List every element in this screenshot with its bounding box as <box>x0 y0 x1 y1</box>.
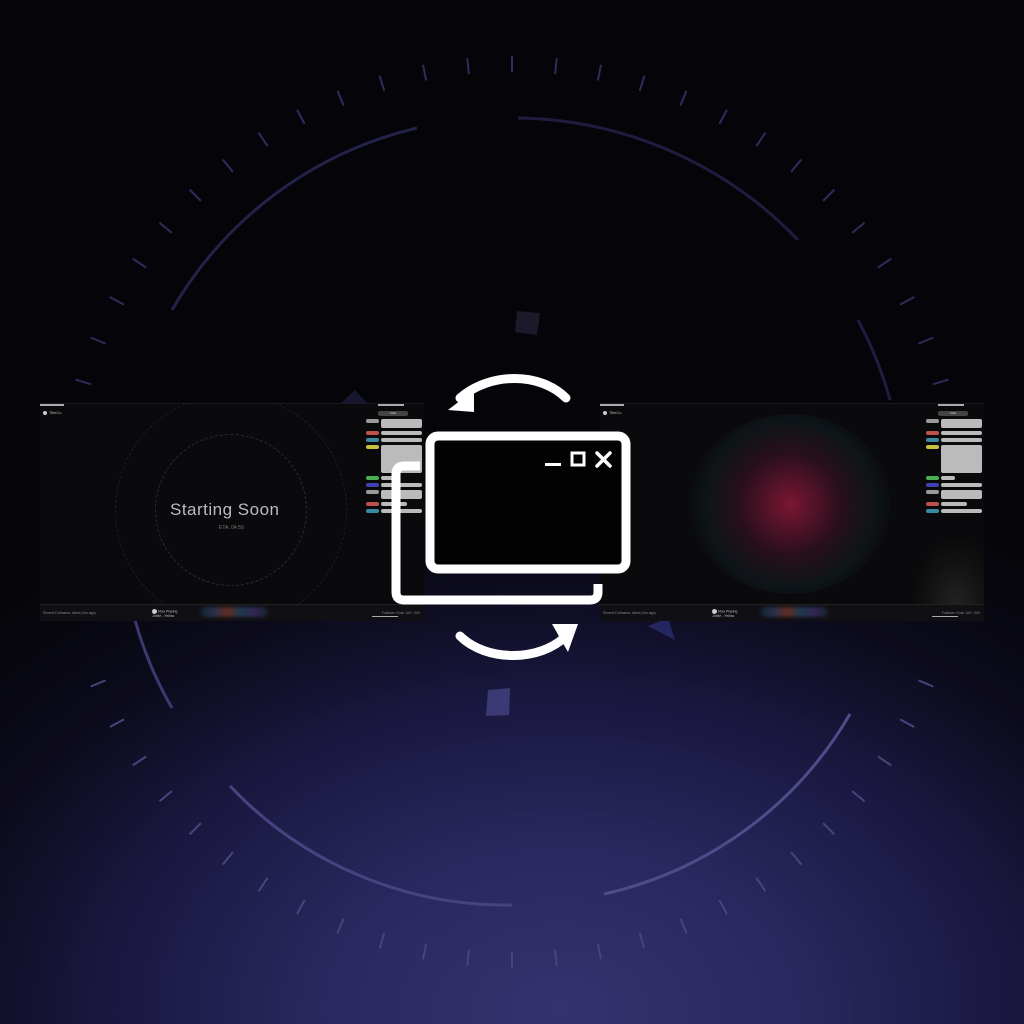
tick-mark <box>899 296 915 306</box>
tick-mark <box>899 718 915 728</box>
tick-mark <box>132 257 147 269</box>
tick-mark <box>918 336 934 345</box>
tick-mark <box>336 918 345 934</box>
tick-mark <box>822 822 836 836</box>
logo-label: TitleCo <box>49 410 62 415</box>
tick-mark <box>296 109 306 125</box>
chat-message <box>926 502 982 506</box>
starting-soon-title: Starting Soon <box>170 500 280 519</box>
tick-mark <box>158 790 173 803</box>
tick-mark <box>790 851 803 866</box>
tick-mark <box>188 188 202 202</box>
tick-mark <box>378 932 386 949</box>
tick-mark <box>679 90 688 106</box>
chat-panel: Chat <box>926 411 982 516</box>
tick-mark <box>90 336 106 345</box>
tick-mark <box>596 64 602 81</box>
tick-mark <box>755 877 767 892</box>
tick-mark <box>296 899 306 915</box>
tick-mark <box>718 109 728 125</box>
recent-followers: Recent Followers: dzirra (4m ago) <box>43 611 96 615</box>
tick-mark <box>109 296 125 306</box>
tick-mark <box>638 932 646 949</box>
tick-mark <box>90 679 106 688</box>
music-icon <box>712 608 717 614</box>
chat-message <box>926 431 982 435</box>
tick-mark <box>718 899 728 915</box>
scene-thumbnail-live[interactable]: TitleCo Chat Recent Followers: dzirra (4… <box>600 403 984 621</box>
scene-switch-icon[interactable] <box>390 370 640 670</box>
music-icon <box>152 608 157 614</box>
channel-logo: TitleCo <box>43 410 62 415</box>
scene-thumbnail-starting-soon[interactable]: TitleCo Starting Soon ETA: 04:59 Chat Re… <box>40 403 424 621</box>
tick-mark <box>422 64 428 81</box>
tick-mark <box>790 158 803 173</box>
tick-mark <box>596 943 602 960</box>
tick-mark <box>75 378 92 386</box>
tick-mark <box>336 90 345 106</box>
tick-mark <box>932 378 949 386</box>
logo-icon <box>43 410 47 415</box>
tick-mark <box>221 158 234 173</box>
rotate-arrow-top-icon <box>455 374 571 403</box>
tick-mark <box>822 188 836 202</box>
tick-mark <box>638 75 646 92</box>
chat-message <box>926 509 982 513</box>
tick-mark <box>679 918 688 934</box>
minimize-icon <box>545 463 561 466</box>
tick-mark <box>378 75 386 92</box>
chat-message <box>926 445 982 473</box>
chat-message <box>926 490 982 499</box>
eta-countdown: ETA: 04:59 <box>219 525 244 531</box>
tick-mark <box>132 755 147 767</box>
front-window <box>425 431 631 574</box>
tick-mark <box>851 221 866 234</box>
top-accent-line <box>40 404 64 406</box>
tick-mark <box>109 718 125 728</box>
tick-mark <box>877 257 892 269</box>
now-playing: Now Playing Joelle - Yellow <box>152 608 178 618</box>
tick-mark <box>918 679 934 688</box>
chat-message <box>926 438 982 442</box>
rotate-arrow-bottom-icon <box>455 631 571 660</box>
top-accent-line <box>938 404 964 406</box>
tick-mark <box>554 949 558 966</box>
tick-mark <box>158 221 173 234</box>
chat-header: Chat <box>938 411 968 416</box>
now-playing: Now Playing Joelle - Yellow <box>712 608 738 618</box>
tick-mark <box>554 58 558 75</box>
chat-message <box>926 419 982 428</box>
tick-mark <box>755 132 767 147</box>
tick-mark <box>221 851 234 866</box>
chat-message <box>926 476 982 480</box>
camera-feed-glow <box>690 414 890 594</box>
audio-visualizer <box>200 607 268 617</box>
tick-mark <box>257 132 269 147</box>
tick-mark <box>188 822 202 836</box>
tick-mark <box>422 943 428 960</box>
follower-goal-progress <box>932 616 958 617</box>
tick-mark <box>466 58 470 75</box>
tick-mark <box>877 755 892 767</box>
audio-visualizer <box>760 607 828 617</box>
chat-message <box>926 483 982 487</box>
follower-goal: Follower Goal: 100 / 200 <box>941 611 980 615</box>
tick-mark <box>851 790 866 803</box>
tick-mark <box>257 877 269 892</box>
tick-mark <box>466 949 470 966</box>
